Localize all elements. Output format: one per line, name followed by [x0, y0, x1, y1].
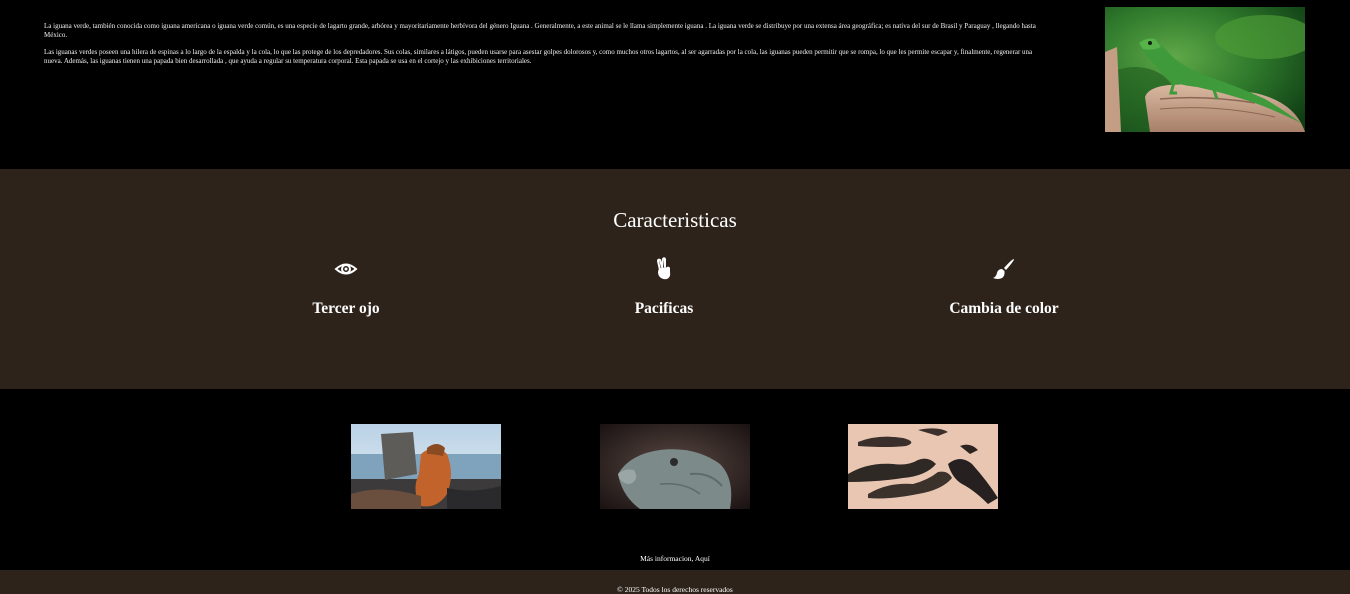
- gallery-section: Más informacion, Aquí: [0, 389, 1350, 570]
- intro-text: La iguana verde, también conocida como i…: [44, 22, 1047, 74]
- intro-paragraph-2: Las iguanas verdes poseen una hilera de …: [44, 48, 1033, 65]
- gallery-image-iguana-head[interactable]: [600, 424, 750, 509]
- intro-section: La iguana verde, también conocida como i…: [0, 0, 1350, 169]
- intro-paragraph-1: La iguana verde, también conocida como i…: [44, 22, 1036, 39]
- gallery-image-iguana-beach[interactable]: [351, 424, 501, 509]
- feature-peaceful: Pacificas: [554, 257, 774, 318]
- features-title: Caracteristicas: [613, 208, 737, 232]
- features-section: Caracteristicas Tercer ojo Pacificas Cam…: [0, 169, 1350, 389]
- feature-color-change: Cambia de color: [894, 257, 1114, 318]
- feature-label-color-change: Cambia de color: [949, 300, 1059, 317]
- gallery-image-iguanas-sand[interactable]: [848, 424, 998, 509]
- eye-icon: [334, 257, 358, 281]
- more-info: Más informacion, Aquí: [0, 554, 1350, 563]
- peace-hand-icon: [652, 257, 676, 281]
- more-info-link[interactable]: Más informacion, Aquí: [640, 554, 710, 563]
- feature-label-peaceful: Pacificas: [634, 300, 694, 317]
- paintbrush-icon: [992, 257, 1016, 281]
- green-iguana-photo: [1105, 7, 1305, 132]
- feature-label-third-eye: Tercer ojo: [312, 300, 380, 317]
- feature-third-eye: Tercer ojo: [236, 257, 456, 318]
- copyright-text: © 2025 Todos los derechos reservados: [617, 585, 733, 594]
- footer: © 2025 Todos los derechos reservados: [0, 570, 1350, 594]
